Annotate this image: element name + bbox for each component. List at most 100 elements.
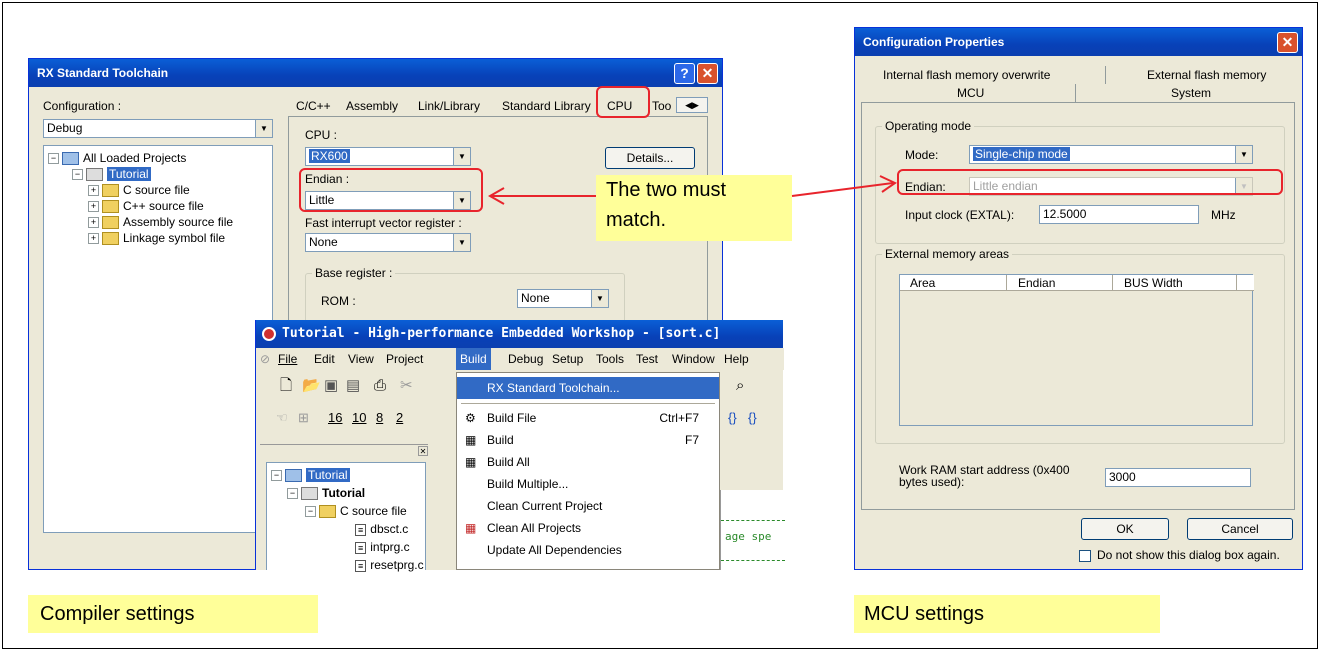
config-dialog-title: Configuration Properties [863,35,1005,49]
tab-assembly[interactable]: Assembly [346,99,398,113]
close-button[interactable]: ✕ [697,63,718,84]
work-ram-input[interactable]: 3000 [1105,468,1251,487]
hand-icon[interactable]: ☜ [276,404,288,432]
radix-10-button[interactable]: 10 [352,404,366,432]
dont-show-checkbox[interactable] [1079,550,1091,562]
tab-scroll-arrows[interactable]: ◀▶ [676,97,708,113]
rx-dialog-titlebar: RX Standard Toolchain [29,59,722,87]
help-button[interactable]: ? [674,63,695,84]
collapse-icon[interactable]: − [48,153,59,165]
cpu-select[interactable]: RX600 ▼ [305,147,471,166]
menu-item-rx-toolchain[interactable]: RX Standard Toolchain... [457,377,719,399]
tab-external-flash[interactable]: External flash memory [1147,68,1266,82]
new-file-icon[interactable]: 🗋 [280,372,292,400]
tab-standard-library[interactable]: Standard Library [502,99,591,113]
print-icon[interactable]: ⎙ [374,372,386,400]
radix-16-button[interactable]: 16 [328,404,342,432]
expand-icon[interactable]: + [88,233,99,245]
menu-item-build[interactable]: ▦ Build F7 [457,429,719,451]
menu-build[interactable]: Build [456,348,491,370]
menu-item-clean-all[interactable]: ▦ Clean All Projects [457,517,719,539]
file-icon: ≡ [355,542,367,554]
menu-item-clean-current[interactable]: Clean Current Project [457,495,719,517]
dont-show-label: Do not show this dialog box again. [1097,548,1280,562]
rom-label: ROM : [321,294,356,308]
rom-select[interactable]: None ▼ [517,289,609,308]
external-memory-table[interactable]: Area Endian BUS Width [899,274,1254,426]
expand-icon[interactable]: + [88,185,99,197]
collapse-icon[interactable]: − [271,470,282,482]
tab-row-2: MCU System [861,84,1291,102]
tab-row-1: Internal flash memory overwrite External… [867,66,1291,84]
column-bus-width[interactable]: BUS Width [1124,275,1183,291]
radix-2-button[interactable]: 2 [396,404,403,432]
menu-item-build-file[interactable]: ⚙ Build File Ctrl+F7 [457,407,719,429]
save-all-icon[interactable]: ▤ [346,372,360,400]
menu-test[interactable]: Test [636,348,658,370]
find-icon[interactable]: ⌕ [736,372,744,400]
menu-item-build-multiple[interactable]: Build Multiple... [457,473,719,495]
step-icon[interactable]: {} [728,404,737,432]
menu-debug[interactable]: Debug [508,348,543,370]
tab-internal-flash[interactable]: Internal flash memory overwrite [883,68,1050,82]
menu-item-update-dependencies[interactable]: Update All Dependencies [457,539,719,561]
tree-node-tutorial-workspace[interactable]: − Tutorial [271,467,350,483]
details-button[interactable]: Details... [605,147,695,169]
chevron-down-icon: ▼ [453,234,470,251]
cut-icon[interactable]: ✂ [400,372,413,400]
tree-node-c-source[interactable]: + C source file [88,182,190,198]
tree-node-c-source-file[interactable]: − C source file [305,503,407,519]
tree-file-dbsct[interactable]: ≡ dbsct.c [355,521,408,537]
menu-window[interactable]: Window [672,348,715,370]
editor-divider [721,520,785,521]
tab-tools[interactable]: Too [652,99,671,113]
open-folder-icon[interactable]: 📂 [302,372,321,400]
column-area[interactable]: Area [910,275,935,291]
tree-file-intprg[interactable]: ≡ intprg.c [355,539,410,555]
ok-button[interactable]: OK [1081,518,1169,540]
external-memory-title: External memory areas [882,247,1013,261]
expand-icon[interactable]: + [88,217,99,229]
tree-node-linkage-symbol[interactable]: + Linkage symbol file [88,230,225,246]
tab-cc[interactable]: C/C++ [296,99,331,113]
cancel-button[interactable]: Cancel [1187,518,1293,540]
close-button[interactable]: ✕ [1277,32,1298,53]
menu-view[interactable]: View [348,348,374,370]
save-icon[interactable]: ▣ [324,372,338,400]
menu-item-build-all[interactable]: ▦ Build All [457,451,719,473]
project-icon [86,168,103,182]
menu-help[interactable]: Help [724,348,749,370]
tree-node-all-projects[interactable]: − All Loaded Projects [48,150,186,166]
workspace-tree[interactable]: − Tutorial − Tutorial − C source file ≡ dbsc… [266,462,426,573]
collapse-icon[interactable]: − [305,506,316,518]
step-over-icon[interactable]: {} [748,404,757,432]
pane-close-icon[interactable]: ✕ [418,446,428,456]
tab-system[interactable]: System [1171,86,1211,100]
menu-tools[interactable]: Tools [596,348,624,370]
radix-8-button[interactable]: 8 [376,404,383,432]
tree-node-cpp-source[interactable]: + C++ source file [88,198,204,214]
tree-node-assembly-source[interactable]: + Assembly source file [88,214,233,230]
expand-icon[interactable]: + [88,201,99,213]
collapse-icon[interactable]: − [72,169,83,181]
tab-link-library[interactable]: Link/Library [418,99,480,113]
configuration-select[interactable]: Debug ▼ [43,119,273,138]
input-clock-input[interactable]: 12.5000 [1039,205,1199,224]
operating-mode-title: Operating mode [882,119,975,133]
menu-edit[interactable]: Edit [314,348,335,370]
column-endian[interactable]: Endian [1018,275,1055,291]
tree-node-tutorial-project[interactable]: − Tutorial [287,485,365,501]
project-tree[interactable]: − All Loaded Projects − Tutorial + C source… [43,145,273,533]
tree-file-resetprg[interactable]: ≡ resetprg.c [355,557,424,573]
tab-mcu[interactable]: MCU [957,86,984,100]
collapse-icon[interactable]: − [287,488,298,500]
folder-icon [102,216,119,230]
mode-select[interactable]: Single-chip mode ▼ [969,145,1253,164]
menu-file[interactable]: File [278,348,297,370]
highlight-rx-endian [299,168,483,212]
tree-node-tutorial[interactable]: − Tutorial [72,166,151,182]
fast-interrupt-select[interactable]: None ▼ [305,233,471,252]
menu-setup[interactable]: Setup [552,348,583,370]
select-icon[interactable]: ⊞ [298,404,309,432]
menu-project[interactable]: Project [386,348,423,370]
